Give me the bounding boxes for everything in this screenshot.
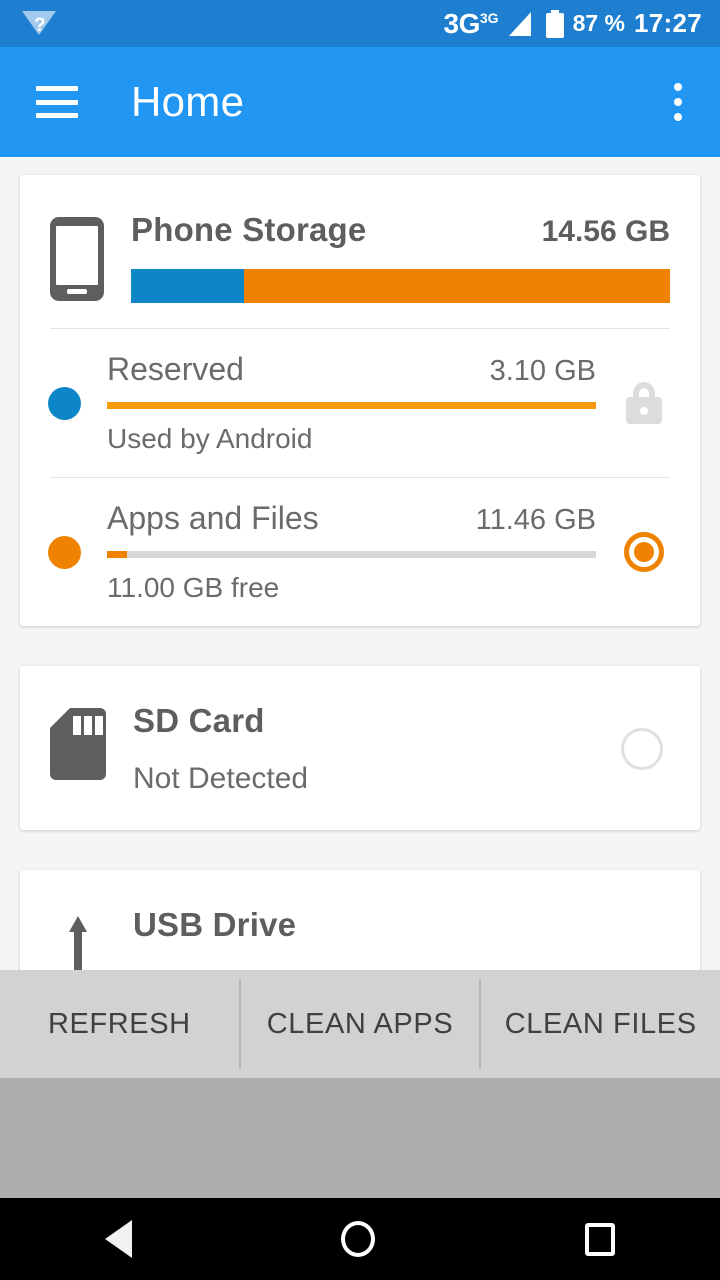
clean-apps-button[interactable]: CLEAN APPS [241, 970, 480, 1078]
usb-drive-title: USB Drive [133, 906, 297, 943]
storage-row-subtitle: Used by Android [107, 423, 313, 454]
storage-row-name: Reserved [107, 351, 244, 387]
system-navigation-bar [0, 1198, 720, 1280]
more-vertical-icon[interactable] [674, 83, 682, 121]
battery-full-icon [545, 9, 564, 38]
signal-triangle-icon [508, 12, 531, 36]
network-type-sup: 3G [479, 9, 499, 26]
sd-card-status: Not Detected [133, 762, 309, 795]
phone-storage-title: Phone Storage [131, 211, 367, 248]
back-icon[interactable] [104, 1220, 132, 1258]
storage-row-value: 11.46 GB [475, 504, 596, 536]
status-bar-left: ? [0, 9, 56, 39]
radio-button-apps-and-files[interactable] [624, 532, 664, 572]
sd-card-icon [50, 708, 106, 780]
phone-icon [50, 217, 104, 301]
sd-card-title: SD Card [133, 702, 265, 739]
storage-row-subtitle: 11.00 GB free [107, 572, 280, 603]
refresh-button[interactable]: REFRESH [0, 970, 239, 1078]
battery-percent-label: 87 % [572, 10, 625, 36]
phone-screen: ? 3G 3G 87 % 17:27 Home Phone Storage 14… [0, 0, 720, 1280]
storage-row-apps-and-files[interactable]: Apps and Files 11.46 GB 11.00 GB free [20, 478, 700, 626]
storage-row-name: Apps and Files [107, 500, 319, 536]
app-bar: Home [0, 47, 720, 157]
home-icon[interactable] [341, 1221, 376, 1257]
storage-row-value: 3.10 GB [489, 355, 596, 387]
storage-row-progress [107, 551, 596, 558]
phone-storage-header: Phone Storage 14.56 GB [20, 175, 700, 303]
phone-storage-usage-bar [131, 269, 670, 303]
hamburger-menu-icon[interactable] [36, 86, 78, 118]
sd-card-card[interactable]: SD Card Not Detected [20, 666, 700, 830]
clean-files-button[interactable]: CLEAN FILES [481, 970, 720, 1078]
network-type-indicator: 3G 3G [443, 7, 499, 39]
bottom-filler [0, 1078, 720, 1198]
status-bar-right: 3G 3G 87 % 17:27 [444, 8, 720, 39]
lock-icon [624, 382, 664, 424]
recents-icon[interactable] [585, 1222, 616, 1256]
phone-storage-card[interactable]: Phone Storage 14.56 GB Reserved 3.10 GB … [20, 175, 700, 626]
radio-button-sd-card[interactable] [621, 728, 663, 770]
phone-storage-total: 14.56 GB [541, 215, 670, 248]
network-type-label: 3G [443, 7, 481, 39]
page-title: Home [131, 78, 245, 125]
storage-row-progress [107, 402, 596, 409]
wifi-question-icon: ? [22, 9, 56, 39]
usage-segment-apps [244, 269, 670, 303]
legend-dot-blue [48, 386, 81, 420]
storage-row-reserved[interactable]: Reserved 3.10 GB Used by Android [20, 329, 700, 477]
legend-dot-orange [48, 535, 81, 569]
status-bar: ? 3G 3G 87 % 17:27 [0, 0, 720, 47]
bottom-action-bar: REFRESH CLEAN APPS CLEAN FILES [0, 970, 720, 1078]
usage-segment-reserved [131, 269, 245, 303]
clock-label: 17:27 [634, 8, 702, 38]
